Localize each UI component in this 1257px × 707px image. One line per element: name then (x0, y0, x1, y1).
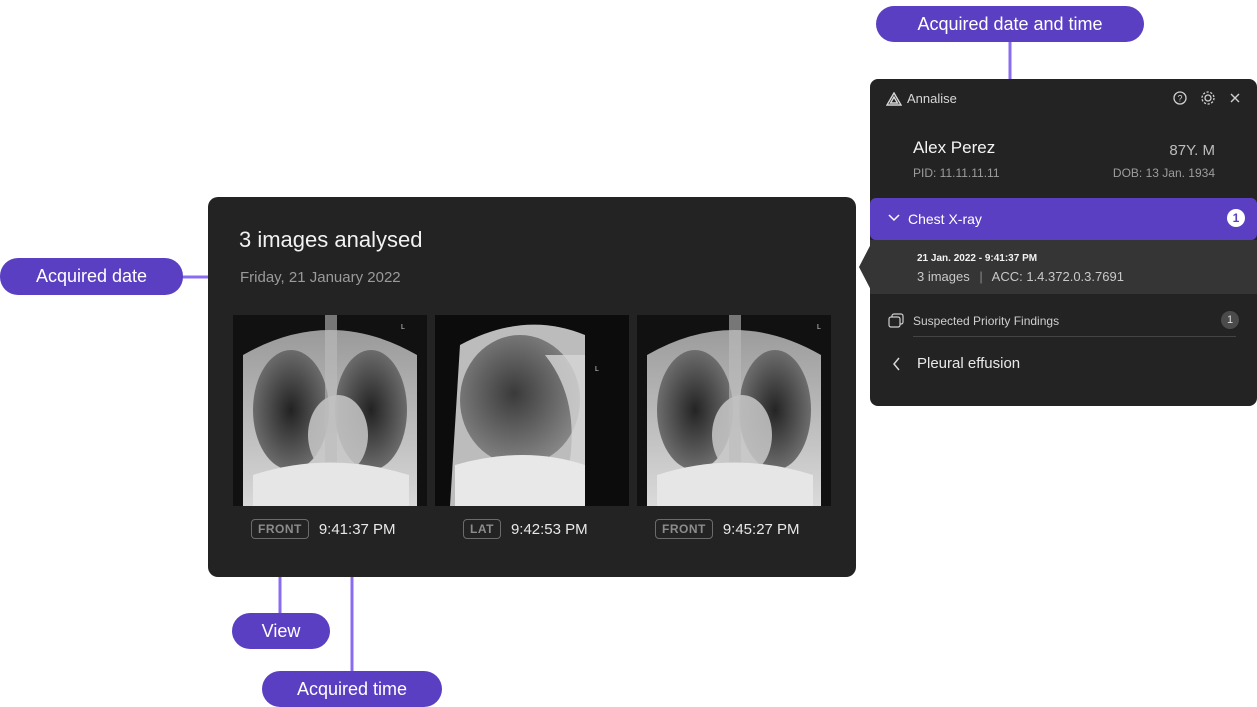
svg-text:L: L (595, 366, 599, 373)
acquired-time-text: 9:45:27 PM (722, 520, 800, 538)
acquired-time-text: 9:42:53 PM (510, 520, 588, 538)
xray-thumbnail-3[interactable]: L (637, 315, 831, 506)
xray-frontal-image: L (233, 315, 427, 506)
view-callout: View (232, 613, 330, 649)
patient-name: Alex Perez (913, 138, 996, 157)
image-meta-3: FRONT 9:45:27 PM (655, 517, 800, 541)
acquired-time-callout-label: Acquired time (296, 678, 408, 699)
annalise-logo-icon (886, 91, 902, 106)
image-meta-1: FRONT 9:41:37 PM (251, 517, 396, 541)
panel-toolbar: ? (1173, 91, 1241, 105)
finding-pleural-effusion[interactable]: Pleural effusion (917, 355, 1020, 372)
acquired-time-callout: Acquired time (262, 671, 442, 707)
exam-label: Chest X-ray (908, 211, 982, 227)
view-callout-label: View (261, 620, 301, 641)
acquired-datetime-callout-label: Acquired date and time (917, 13, 1103, 34)
study-info: 3 images | ACC: 1.4.372.0.3.7691 (917, 269, 1124, 284)
svg-text:L: L (401, 324, 405, 331)
settings-icon[interactable] (1201, 91, 1215, 105)
acquired-date-callout: Acquired date (0, 258, 183, 295)
study-accession: ACC: 1.4.372.0.3.7691 (991, 269, 1124, 284)
findings-count-badge: 1 (1221, 311, 1239, 329)
view-badge: FRONT (251, 519, 309, 539)
chevron-down-icon (888, 214, 900, 222)
findings-stack-icon (888, 313, 904, 328)
exam-count-badge: 1 (1227, 209, 1245, 227)
view-badge: FRONT (655, 519, 713, 539)
study-datetime: 21 Jan. 2022 - 9:41:37 PM (917, 253, 1038, 264)
image-meta-2: LAT 9:42:53 PM (463, 517, 588, 541)
divider (913, 336, 1236, 337)
chevron-left-icon[interactable] (892, 357, 901, 371)
acquired-time-text: 9:41:37 PM (318, 520, 396, 538)
study-row[interactable]: 21 Jan. 2022 - 9:41:37 PM 3 images | ACC… (870, 240, 1257, 294)
annalise-panel: Annalise ? Alex Perez 87Y. M PID: 11.11.… (870, 79, 1257, 406)
patient-age-sex: 87Y. M (1169, 142, 1215, 159)
images-analysed-card: 3 images analysed Friday, 21 January 202… (208, 197, 856, 577)
study-image-count: 3 images (917, 269, 970, 284)
acquired-date-text: Friday, 21 January 2022 (240, 269, 401, 286)
svg-text:?: ? (1177, 94, 1182, 104)
xray-frontal-image: L (637, 315, 831, 506)
xray-thumbnail-2[interactable]: L (435, 315, 629, 506)
brand-name: Annalise (907, 91, 957, 106)
svg-text:L: L (817, 324, 821, 331)
card-title: 3 images analysed (239, 227, 423, 252)
separator: | (979, 269, 983, 284)
exam-header-chest-xray[interactable]: Chest X-ray 1 (870, 198, 1257, 240)
patient-id: PID: 11.11.11.11 (913, 166, 1000, 180)
acquired-datetime-callout: Acquired date and time (876, 6, 1144, 42)
brand: Annalise (886, 91, 957, 106)
xray-lateral-image: L (435, 315, 629, 506)
findings-label[interactable]: Suspected Priority Findings (913, 314, 1059, 328)
patient-dob: DOB: 13 Jan. 1934 (1112, 166, 1215, 180)
acquired-date-callout-label: Acquired date (35, 266, 148, 286)
view-badge: LAT (463, 519, 501, 539)
xray-thumbnail-1[interactable]: L (233, 315, 427, 506)
help-icon[interactable]: ? (1173, 91, 1187, 105)
close-icon[interactable] (1229, 92, 1241, 104)
